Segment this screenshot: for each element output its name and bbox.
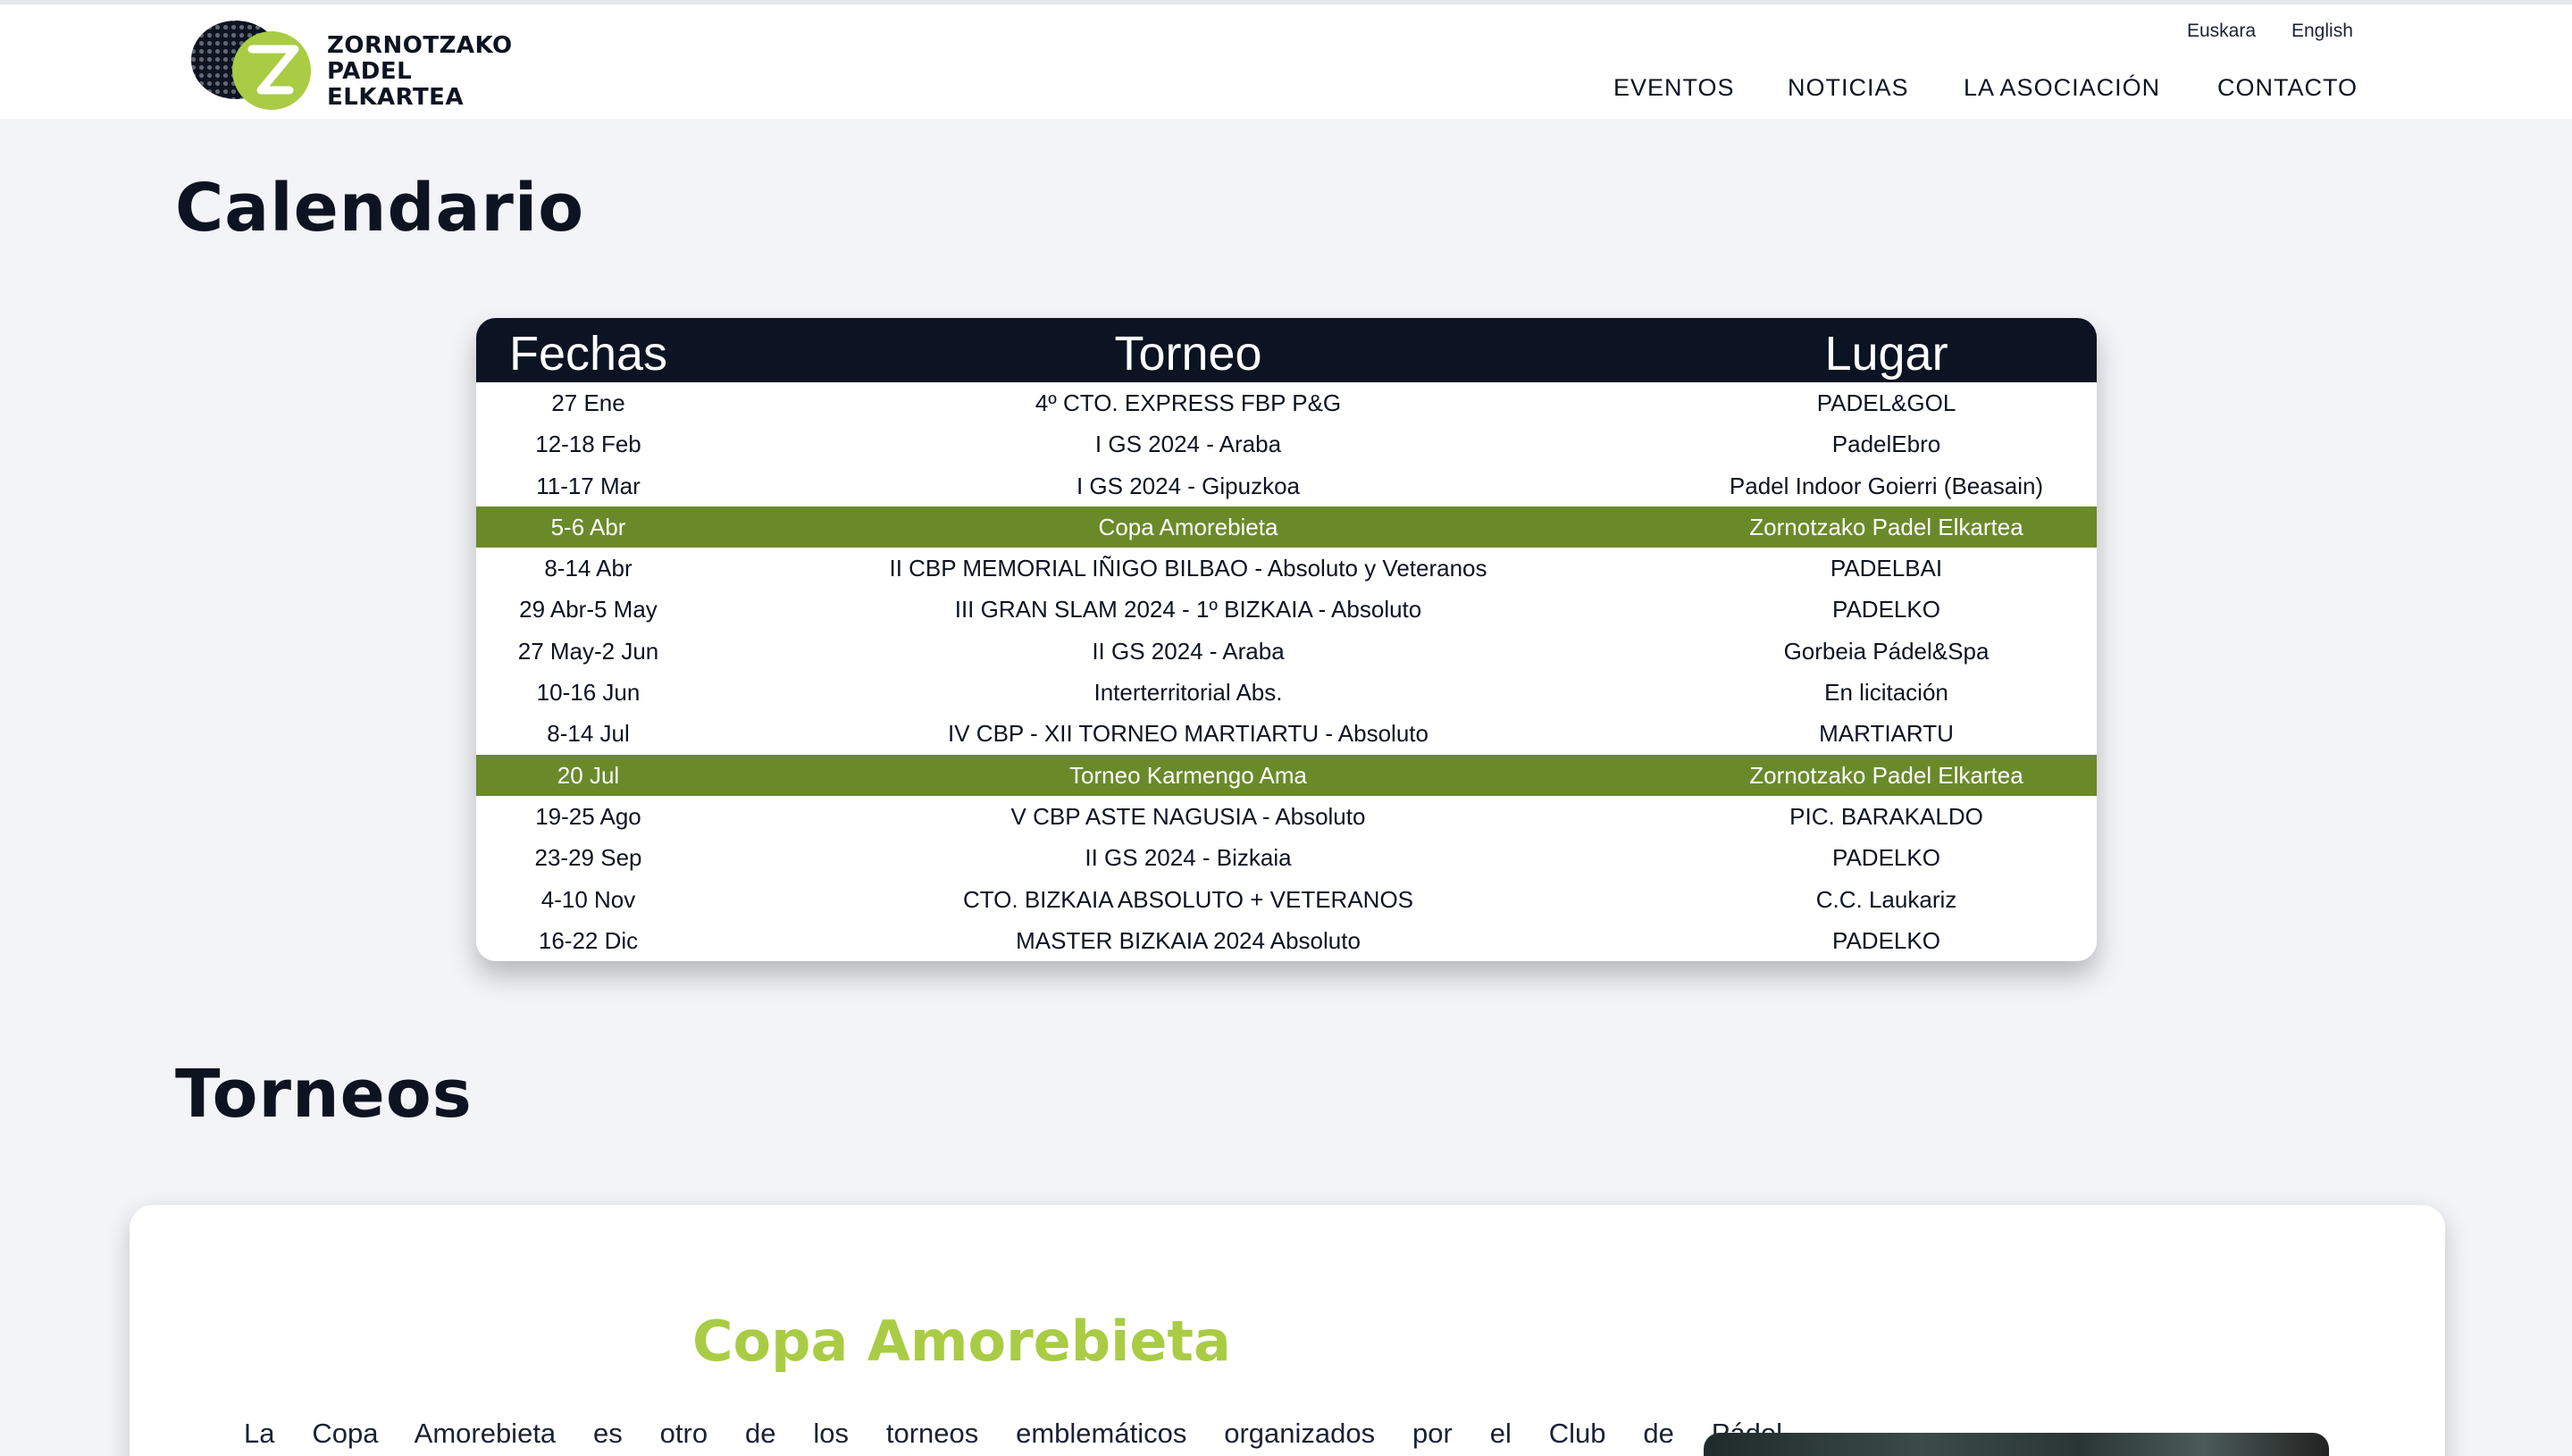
table-row: 27 Ene 4º CTO. EXPRESS FBP P&G PADEL&GOL [476, 382, 2097, 423]
tournament-card-image [1704, 1433, 2329, 1456]
cell-fecha: 8-14 Abr [544, 555, 633, 582]
cell-torneo: Torneo Karmengo Ama [1069, 761, 1307, 789]
cell-fecha: 19-25 Ago [535, 802, 641, 830]
tournament-card-title: Copa Amorebieta [692, 1309, 1231, 1374]
cell-fecha: 16-22 Dic [538, 926, 639, 954]
cell-torneo: 4º CTO. EXPRESS FBP P&G [1035, 389, 1342, 416]
cell-lugar: PADELKO [1832, 926, 1940, 954]
cell-torneo: III GRAN SLAM 2024 - 1º BIZKAIA - Absolu… [954, 596, 1422, 623]
header-torneo: Torneo [1114, 327, 1262, 381]
cell-fecha: 23-29 Sep [534, 844, 642, 872]
cell-lugar: En licitación [1824, 679, 1948, 707]
cell-fecha: 20 Jul [557, 761, 620, 789]
cell-fecha: 12-18 Feb [535, 431, 641, 458]
table-row: 23-29 Sep II GS 2024 - Bizkaia PADELKO [476, 837, 2097, 878]
cell-lugar: PADEL&GOL [1816, 389, 1956, 416]
lang-english-link[interactable]: English [2291, 21, 2353, 42]
cell-lugar: MARTIARTU [1819, 720, 1954, 748]
table-row: 8-14 Abr II CBP MEMORIAL IÑIGO BILBAO - A… [476, 548, 2097, 589]
table-row: 11-17 Mar I GS 2024 - Gipuzkoa Padel Indoo… [476, 465, 2097, 506]
cell-lugar: PadelEbro [1831, 431, 1941, 458]
lang-euskara-link[interactable]: Euskara [2187, 21, 2256, 42]
calendar-title: Calendario [175, 170, 585, 247]
cell-torneo: II CBP MEMORIAL IÑIGO BILBAO - Absoluto … [889, 555, 1487, 582]
site-header: ZORNOTZAKO PADEL ELKARTEA Euskara Englis… [0, 4, 2572, 119]
cell-lugar: PIC. BARAKALDO [1789, 802, 1983, 830]
logo-text: ZORNOTZAKO PADEL ELKARTEA [327, 33, 513, 111]
table-row: 8-14 Jul IV CBP - XII TORNEO MARTIARTU - … [476, 713, 2097, 754]
cell-lugar: Zornotzako Padel Elkartea [1749, 761, 2023, 789]
cell-fecha: 4-10 Nov [540, 885, 636, 913]
table-row: 19-25 Ago V CBP ASTE NAGUSIA - Absoluto PI… [476, 796, 2097, 837]
table-row: 20 Jul Torneo Karmengo Ama Zornotzako Pade… [476, 754, 2097, 796]
cell-fecha: 5-6 Abr [550, 513, 626, 540]
cell-lugar: PADELKO [1832, 844, 1940, 872]
cell-lugar: PADELKO [1832, 596, 1940, 623]
cell-torneo: II GS 2024 - Bizkaia [1085, 844, 1292, 872]
table-row: 29 Abr-5 May III GRAN SLAM 2024 - 1º BIZK… [476, 589, 2097, 630]
cell-torneo: IV CBP - XII TORNEO MARTIARTU - Absoluto [948, 720, 1428, 748]
header-lugar: Lugar [1824, 327, 1948, 381]
cell-torneo: CTO. BIZKAIA ABSOLUTO + VETERANOS [962, 885, 1414, 913]
cell-fecha: 8-14 Jul [547, 720, 630, 748]
nav-la-asociacion[interactable]: LA ASOCIACIÓN [1964, 74, 2160, 102]
padel-racket-logo-icon [191, 21, 311, 110]
cell-fecha: 11-17 Mar [536, 472, 641, 499]
cell-lugar: C.C. Laukariz [1815, 885, 1957, 913]
cell-lugar: Padel Indoor Goierri (Beasain) [1729, 472, 2044, 499]
table-row: 16-22 Dic MASTER BIZKAIA 2024 Absoluto PAD… [476, 920, 2097, 961]
header-fechas: Fechas [508, 327, 668, 381]
cell-lugar: Gorbeia Pádel&Spa [1783, 637, 1990, 665]
tournament-card: Copa Amorebieta La Copa Amorebieta es ot… [130, 1205, 2445, 1456]
table-row: 5-6 Abr Copa Amorebieta Zornotzako Padel E… [476, 506, 2097, 548]
logo-line-1: ZORNOTZAKO [327, 32, 513, 59]
table-row: 4-10 Nov CTO. BIZKAIA ABSOLUTO + VETERANO… [476, 879, 2097, 920]
cell-lugar: Zornotzako Padel Elkartea [1749, 513, 2023, 540]
tournament-card-text: La Copa Amorebieta es otro de los torneo… [244, 1418, 1782, 1449]
cell-torneo: I GS 2024 - Araba [1094, 431, 1282, 458]
cell-torneo: II GS 2024 - Araba [1092, 637, 1285, 665]
cell-torneo: V CBP ASTE NAGUSIA - Absoluto [1010, 802, 1366, 830]
nav-noticias[interactable]: NOTICIAS [1788, 74, 1909, 102]
calendar-table-header: Fechas Torneo Lugar [476, 318, 2097, 382]
nav-eventos[interactable]: EVENTOS [1613, 74, 1735, 102]
calendar-table-body: 27 Ene 4º CTO. EXPRESS FBP P&G PADEL&GOL 12… [476, 382, 2097, 961]
logo-line-3: ELKARTEA [327, 84, 465, 111]
nav-contacto[interactable]: CONTACTO [2217, 74, 2358, 102]
torneos-title: Torneos [175, 1056, 473, 1133]
cell-torneo: Interterritorial Abs. [1093, 679, 1283, 707]
cell-torneo: MASTER BIZKAIA 2024 Absoluto [1016, 926, 1361, 954]
cell-torneo: I GS 2024 - Gipuzkoa [1076, 472, 1301, 499]
table-row: 10-16 Jun Interterritorial Abs. En licitac… [476, 672, 2097, 713]
calendar-table: Fechas Torneo Lugar 27 Ene 4º CTO. EXPRES… [476, 318, 2097, 961]
cell-fecha: 27 May-2 Jun [517, 637, 659, 665]
table-row: 27 May-2 Jun II GS 2024 - Araba Gorbeia Pá… [476, 631, 2097, 672]
cell-fecha: 29 Abr-5 May [519, 596, 658, 623]
cell-fecha: 27 Ene [551, 389, 625, 416]
cell-torneo: Copa Amorebieta [1098, 513, 1278, 540]
cell-fecha: 10-16 Jun [536, 679, 641, 707]
site-logo[interactable]: ZORNOTZAKO PADEL ELKARTEA [189, 15, 529, 112]
table-row: 12-18 Feb I GS 2024 - Araba PadelEbro [476, 423, 2097, 464]
cell-lugar: PADELBAI [1830, 555, 1943, 582]
logo-line-2: PADEL [327, 58, 413, 85]
